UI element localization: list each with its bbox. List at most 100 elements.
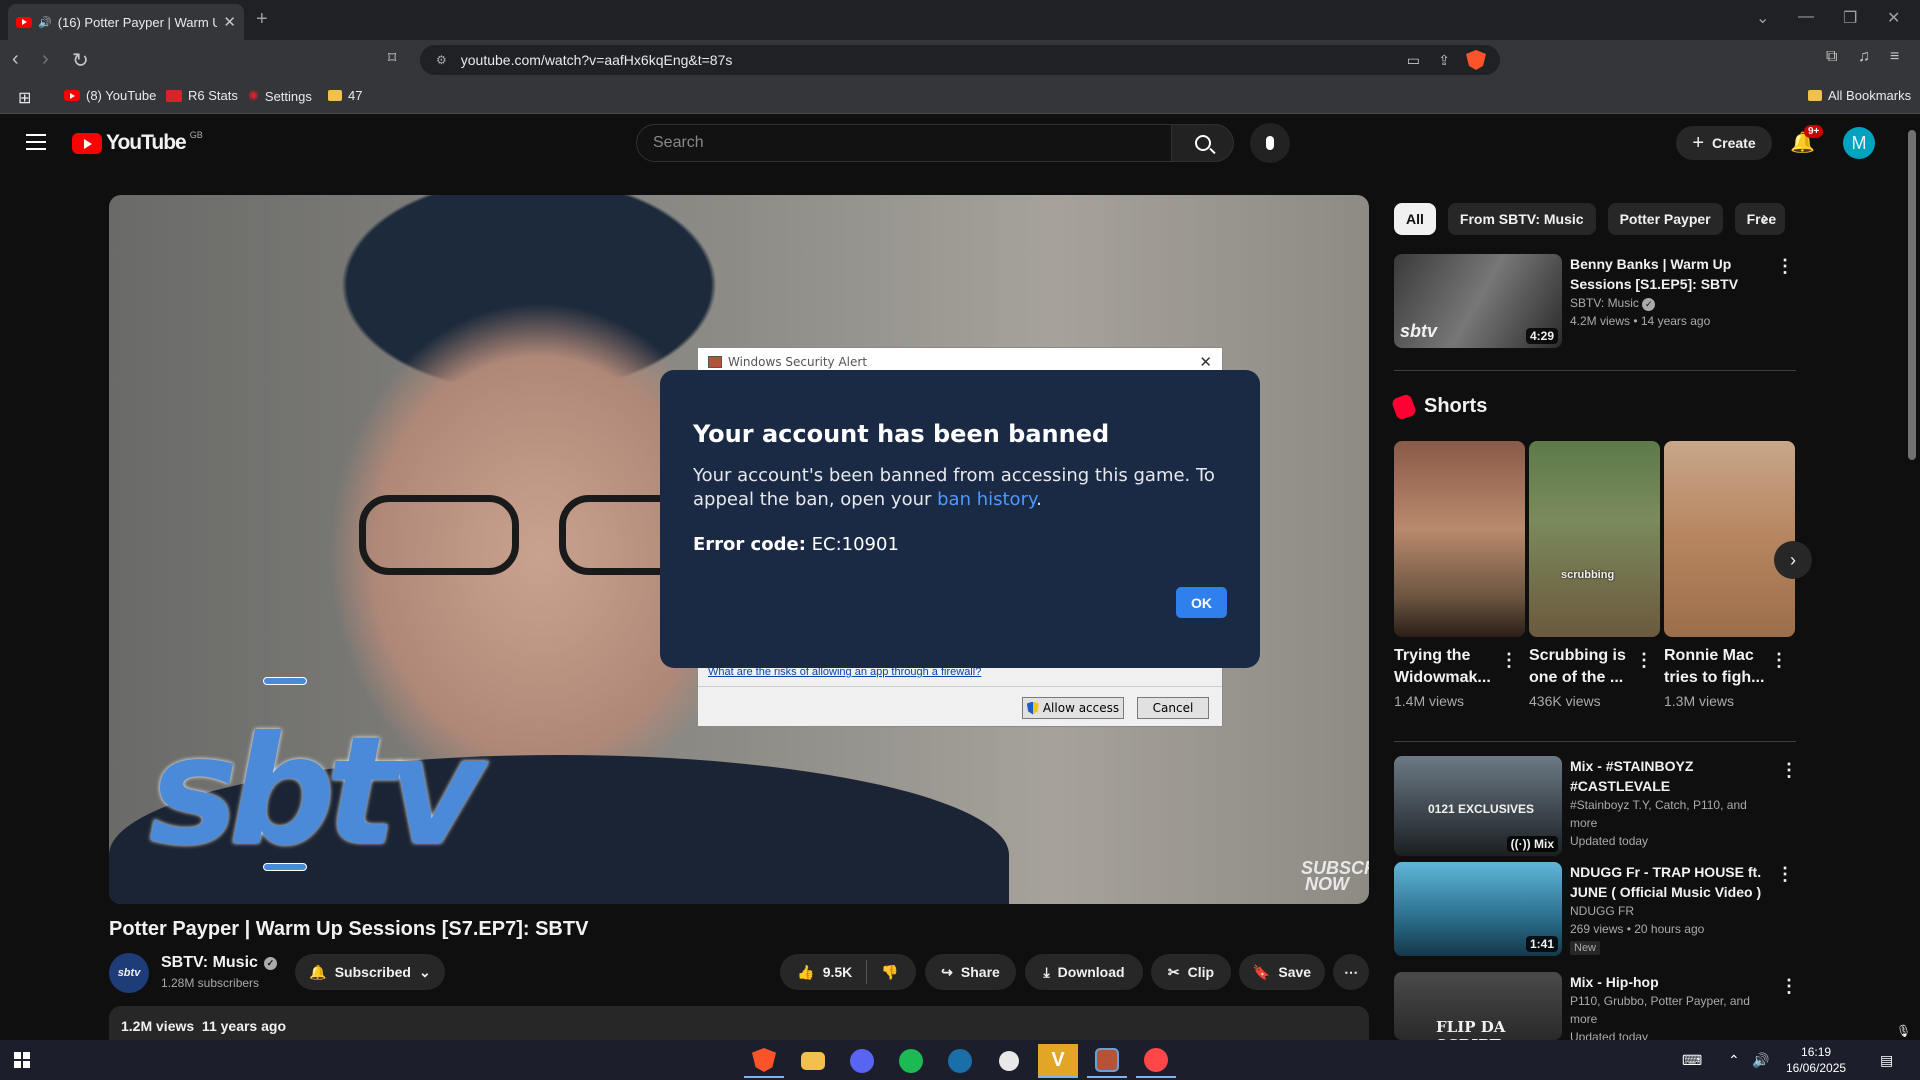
save-button[interactable]: 🔖 Save bbox=[1239, 954, 1325, 990]
short-title[interactable]: Scrubbing is one of the ... bbox=[1529, 645, 1639, 689]
chip-from-sbtv[interactable]: From SBTV: Music bbox=[1447, 203, 1596, 235]
voice-search-button[interactable] bbox=[1250, 123, 1290, 163]
like-divider bbox=[866, 960, 868, 984]
apps-grid-icon[interactable]: ⊞ bbox=[18, 88, 31, 108]
subscribed-button[interactable]: 🔔 Subscribed ⌄ bbox=[295, 954, 445, 990]
chip-all[interactable]: All bbox=[1394, 203, 1436, 235]
back-icon[interactable]: ‹ bbox=[12, 48, 19, 71]
search-input[interactable] bbox=[653, 134, 1171, 152]
ok-button[interactable]: OK bbox=[1176, 587, 1227, 618]
chips-next-arrow-icon[interactable]: › bbox=[1762, 208, 1768, 229]
windows-start-icon[interactable] bbox=[14, 1052, 30, 1068]
restore-icon[interactable]: ❐ bbox=[1843, 8, 1857, 28]
short-thumbnail[interactable] bbox=[1664, 441, 1795, 637]
short-title[interactable]: Trying the Widowmak... bbox=[1394, 645, 1504, 689]
more-vertical-icon[interactable]: ⋮ bbox=[1780, 976, 1798, 997]
winalert-title: Windows Security Alert bbox=[728, 355, 868, 369]
ban-history-link[interactable]: ban history bbox=[937, 489, 1036, 510]
taskbar-brave[interactable] bbox=[744, 1044, 784, 1078]
minimize-icon[interactable]: — bbox=[1798, 8, 1814, 26]
video-thumbnail[interactable]: 0121 EXCLUSIVES ((·)) Mix bbox=[1394, 756, 1562, 856]
related-video[interactable]: sbtv 4:29 Benny Banks | Warm Up Sessions… bbox=[1394, 254, 1770, 348]
related-video[interactable]: FLIP DA SCRIPT Mix - Hip-hop P110, Grubb… bbox=[1394, 972, 1770, 1046]
chip-potter-payper[interactable]: Potter Payper bbox=[1607, 203, 1723, 235]
channel-name[interactable]: SBTV: Music ✓ bbox=[161, 954, 277, 972]
share-button[interactable]: ↪ Share bbox=[925, 954, 1016, 990]
taskbar-ea[interactable] bbox=[1136, 1044, 1176, 1078]
chevron-up-icon[interactable]: ⌃ bbox=[1728, 1052, 1740, 1069]
account-avatar[interactable]: M bbox=[1843, 127, 1875, 159]
more-vertical-icon[interactable]: ⋮ bbox=[1780, 760, 1798, 781]
create-button[interactable]: + Create bbox=[1676, 126, 1772, 160]
all-bookmarks[interactable]: All Bookmarks bbox=[1808, 88, 1911, 103]
page-scrollbar[interactable] bbox=[1908, 130, 1916, 460]
video-thumbnail[interactable]: 1:41 bbox=[1394, 862, 1562, 956]
cancel-button[interactable]: Cancel bbox=[1137, 697, 1209, 719]
verified-icon: ✓ bbox=[263, 956, 277, 970]
new-tab-icon[interactable]: + bbox=[256, 8, 268, 31]
more-vertical-icon[interactable]: ⋮ bbox=[1776, 256, 1794, 277]
more-actions-button[interactable]: ⋯ bbox=[1333, 954, 1369, 990]
close-window-icon[interactable]: ✕ bbox=[1887, 8, 1900, 28]
taskbar-valorant[interactable]: V bbox=[1038, 1044, 1078, 1078]
address-bar[interactable]: ⚙ youtube.com/watch?v=aafHx6kqEng&t=87s … bbox=[420, 45, 1500, 75]
share-label: Share bbox=[960, 964, 1000, 980]
download-button[interactable]: ⤓ Download bbox=[1025, 954, 1143, 990]
search-icon bbox=[1194, 135, 1211, 151]
browser-tab[interactable]: 🔊 (16) Potter Payper | Warm Up ✕ bbox=[8, 4, 244, 40]
url-text[interactable]: youtube.com/watch?v=aafHx6kqEng&t=87s bbox=[461, 52, 733, 68]
error-code-label: Error code: bbox=[693, 534, 806, 555]
taskbar-clock[interactable]: 16:19 16/06/2025 bbox=[1786, 1044, 1846, 1076]
taskbar-steam[interactable] bbox=[940, 1044, 980, 1078]
channel-avatar[interactable]: sbtv bbox=[109, 953, 149, 993]
hamburger-menu-icon[interactable] bbox=[26, 134, 46, 150]
short-thumbnail[interactable]: scrubbing bbox=[1529, 441, 1660, 637]
bookmark-folder-47[interactable]: 47 bbox=[328, 88, 362, 103]
taskbar-spotify[interactable] bbox=[891, 1044, 931, 1078]
dialog-title: Your account has been banned bbox=[693, 420, 1110, 448]
taskbar-file-explorer[interactable] bbox=[793, 1044, 833, 1078]
more-vertical-icon[interactable]: ⋮ bbox=[1500, 650, 1518, 671]
like-button[interactable]: 👍 9.5K bbox=[797, 964, 852, 981]
share-icon[interactable]: ⇪ bbox=[1438, 52, 1450, 69]
related-video[interactable]: 0121 EXCLUSIVES ((·)) Mix Mix - #STAINBO… bbox=[1394, 756, 1770, 856]
cast-icon[interactable]: ▭ bbox=[1407, 52, 1420, 69]
more-vertical-icon[interactable]: ⋮ bbox=[1635, 650, 1653, 671]
video-thumbnail[interactable]: FLIP DA SCRIPT bbox=[1394, 972, 1562, 1040]
search-button[interactable] bbox=[1172, 124, 1234, 162]
brave-shield-icon[interactable] bbox=[1466, 50, 1486, 70]
more-vertical-icon[interactable]: ⋮ bbox=[1770, 650, 1788, 671]
speaker-icon[interactable]: 🔊 bbox=[38, 16, 52, 29]
youtube-logo[interactable]: YouTube GB bbox=[72, 130, 203, 155]
taskbar-discord[interactable] bbox=[842, 1044, 882, 1078]
keyboard-icon[interactable]: ⌨ bbox=[1682, 1052, 1702, 1069]
extensions-icon[interactable]: ⧉ bbox=[1826, 48, 1837, 66]
dislike-button[interactable]: 👎 bbox=[881, 964, 898, 981]
clip-button[interactable]: ✂ Clip bbox=[1151, 954, 1231, 990]
volume-icon[interactable]: 🔊 bbox=[1752, 1052, 1769, 1069]
menu-icon[interactable]: ≡ bbox=[1890, 48, 1899, 66]
site-info-icon[interactable]: ⚙ bbox=[436, 53, 447, 67]
media-icon[interactable]: ♫ bbox=[1858, 48, 1870, 66]
taskbar-steelseries[interactable] bbox=[989, 1044, 1029, 1078]
reload-icon[interactable]: ↻ bbox=[72, 48, 89, 73]
notifications-icon[interactable]: ▤ bbox=[1880, 1052, 1893, 1069]
shorts-next-button[interactable]: › bbox=[1774, 541, 1812, 579]
bookmark-settings[interactable]: ✺ Settings bbox=[248, 88, 312, 104]
winalert-close-icon[interactable]: ✕ bbox=[1199, 353, 1212, 371]
forward-icon[interactable]: › bbox=[42, 48, 49, 71]
allow-access-button[interactable]: Allow access bbox=[1022, 697, 1124, 719]
short-title[interactable]: Ronnie Mac tries to figh... bbox=[1664, 645, 1774, 689]
bookmark-r6stats[interactable]: R6 Stats bbox=[166, 88, 238, 103]
bookmark-youtube[interactable]: (8) YouTube bbox=[64, 88, 156, 103]
taskbar-firewall-alert[interactable] bbox=[1087, 1044, 1127, 1078]
close-tab-icon[interactable]: ✕ bbox=[223, 13, 236, 31]
short-thumbnail[interactable] bbox=[1394, 441, 1525, 637]
spotify-icon bbox=[899, 1049, 923, 1073]
more-vertical-icon[interactable]: ⋮ bbox=[1776, 864, 1794, 885]
tab-search-chevron-icon[interactable]: ⌄ bbox=[1756, 8, 1769, 28]
chip-free[interactable]: Free bbox=[1734, 203, 1785, 235]
related-video[interactable]: 1:41 NDUGG Fr - TRAP HOUSE ft. JUNE ( Of… bbox=[1394, 862, 1770, 956]
video-thumbnail[interactable]: sbtv 4:29 bbox=[1394, 254, 1562, 348]
bookmark-page-icon[interactable]: ⌑ bbox=[388, 48, 396, 68]
